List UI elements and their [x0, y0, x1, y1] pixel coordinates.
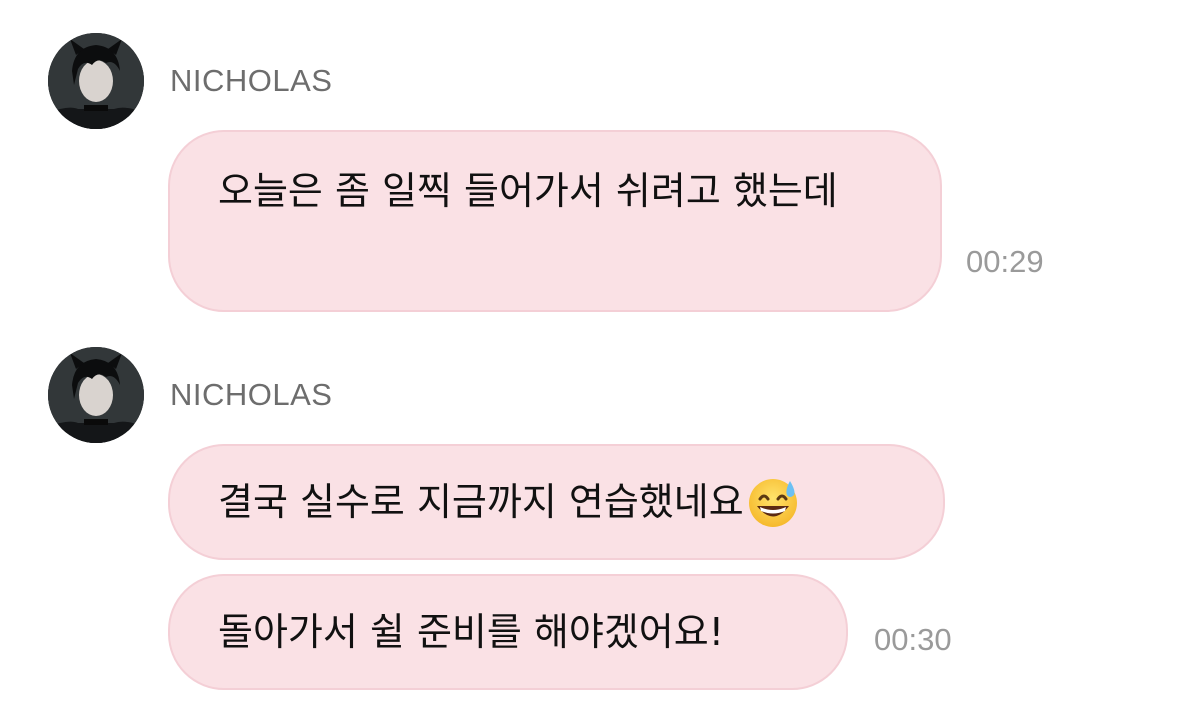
message-text: 결국 실수로 지금까지 연습했네요	[218, 480, 744, 524]
profile-photo-icon	[48, 33, 144, 129]
message-bubble[interactable]: 돌아가서 쉴 준비를 해야겠어요!	[168, 574, 848, 690]
sender-name: NICHOLAS	[170, 63, 333, 98]
avatar[interactable]	[48, 347, 144, 443]
message-timestamp: 00:29	[966, 244, 1044, 279]
chat-log: NICHOLAS 오늘은 좀 일찍 들어가서 쉬려고 했는데 00:29 NIC…	[0, 0, 1179, 727]
sender-name: NICHOLAS	[170, 377, 333, 412]
avatar[interactable]	[48, 33, 144, 129]
message-bubble[interactable]: 결국 실수로 지금까지 연습했네요	[168, 444, 945, 560]
grinning-face-with-sweat-icon	[746, 475, 800, 529]
message-timestamp: 00:30	[874, 622, 952, 657]
message-bubble[interactable]: 오늘은 좀 일찍 들어가서 쉬려고 했는데	[168, 130, 942, 312]
profile-photo-icon	[48, 347, 144, 443]
